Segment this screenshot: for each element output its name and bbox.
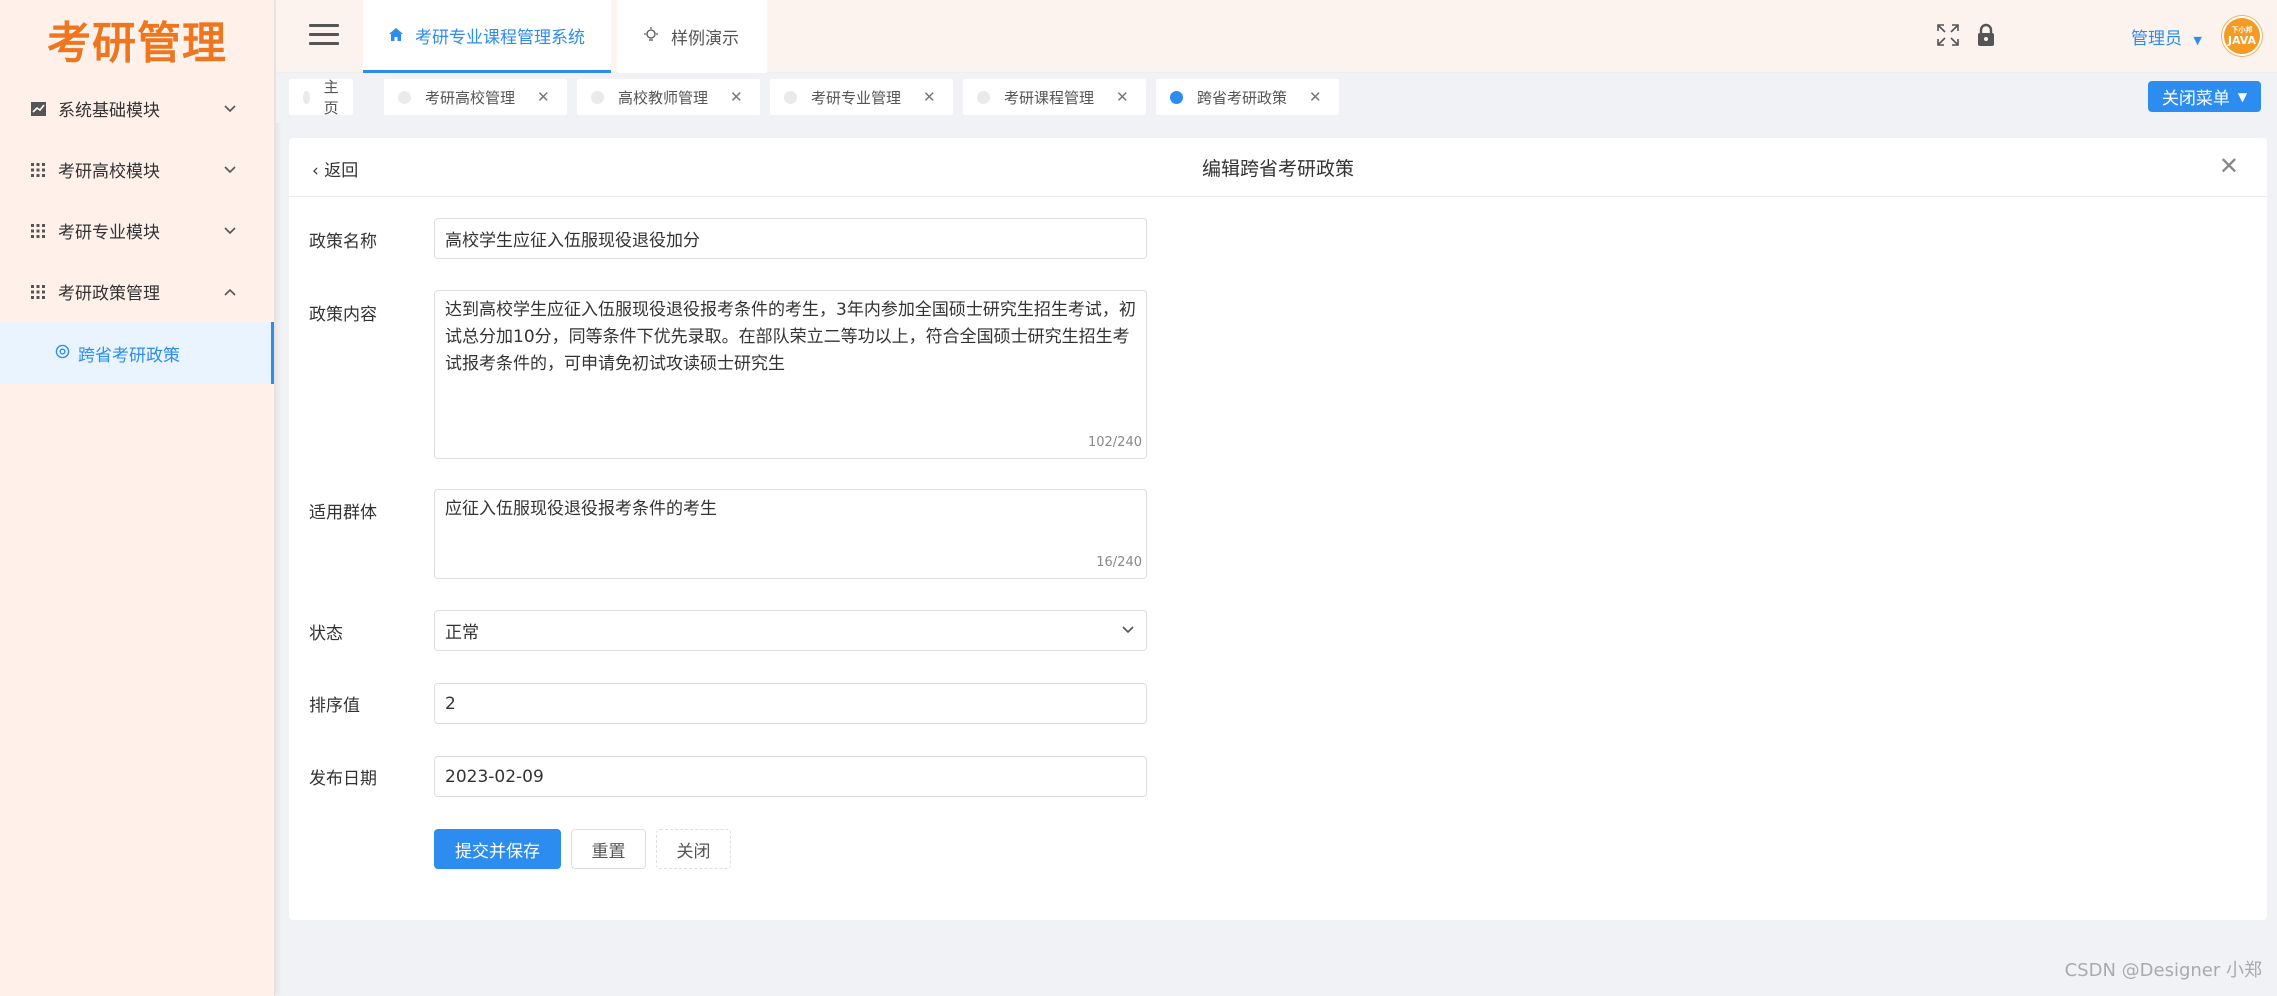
sidebar-item-label: 考研高校模块	[58, 162, 160, 182]
user-menu[interactable]: 管理员 ▼	[2131, 24, 2202, 49]
close-icon[interactable]: ✕	[537, 88, 550, 106]
chevron-down-icon	[224, 163, 236, 177]
tags-nav: 主页 考研高校管理 ✕ 高校教师管理 ✕ 考研专业管理 ✕ 考研课程管理 ✕ 跨…	[276, 73, 2277, 123]
caret-down-icon: ▼	[2193, 34, 2202, 47]
chevron-down-icon	[224, 102, 236, 116]
char-counter: 102/240	[1087, 435, 1142, 450]
top-header: 考研专业课程管理系统 样例演示 管理员 ▼ 下小邦 JAVA	[276, 0, 2277, 73]
close-icon[interactable]: ✕	[730, 88, 743, 106]
caret-down-icon: ▼	[2237, 89, 2248, 104]
sort-label: 排序值	[309, 696, 360, 716]
tag-label: 跨省考研政策	[1197, 88, 1288, 107]
sidebar-subitem-cross-province-policy[interactable]: 跨省考研政策	[0, 322, 274, 384]
close-icon[interactable]: ✕	[1309, 88, 1322, 106]
sidebar-item-policy[interactable]: 考研政策管理	[0, 261, 274, 322]
sort-input[interactable]: 2	[434, 683, 1147, 724]
avatar[interactable]: 下小邦 JAVA	[2222, 16, 2262, 56]
bulb-icon	[643, 26, 659, 47]
close-icon[interactable]: ✕	[1116, 88, 1129, 106]
user-name: 管理员	[2131, 29, 2182, 49]
policy-content-label: 政策内容	[309, 305, 377, 325]
tag-label: 高校教师管理	[618, 88, 709, 107]
sort-value: 2	[445, 693, 456, 714]
tag-courses[interactable]: 考研课程管理 ✕	[963, 79, 1146, 115]
chevron-down-icon	[1122, 622, 1134, 638]
tag-label: 考研高校管理	[425, 88, 516, 107]
tab-demo[interactable]: 样例演示	[617, 0, 767, 73]
tag-majors[interactable]: 考研专业管理 ✕	[770, 79, 953, 115]
tag-home[interactable]: 主页	[289, 78, 353, 117]
sidebar-item-label: 系统基础模块	[58, 101, 160, 121]
close-button[interactable]: 关闭	[656, 829, 731, 869]
gear-circle-icon	[55, 344, 70, 363]
tag-label: 考研课程管理	[1004, 88, 1095, 107]
char-counter: 16/240	[1096, 555, 1142, 570]
sidebar: 考研管理 系统基础模块 考研高校模块 考研专业模块 考研政策管理 跨省考研政策	[0, 0, 275, 996]
fullscreen-icon[interactable]	[1935, 22, 1961, 48]
policy-name-label: 政策名称	[309, 232, 377, 252]
tab-label: 样例演示	[671, 29, 739, 49]
edit-policy-card: ‹ 返回 编辑跨省考研政策 ✕ 政策名称 高校学生应征入伍服现役退役加分 政策内…	[289, 138, 2267, 920]
status-value: 正常	[445, 623, 479, 643]
submit-save-button[interactable]: 提交并保存	[434, 829, 561, 869]
publish-date-label: 发布日期	[309, 769, 377, 789]
lock-icon[interactable]	[1973, 22, 1999, 48]
watermark: CSDN @Designer 小郑	[2064, 960, 2262, 981]
tab-label: 考研专业课程管理系统	[415, 27, 585, 48]
tag-cross-province-policy[interactable]: 跨省考研政策 ✕	[1156, 79, 1339, 115]
card-header: ‹ 返回 编辑跨省考研政策 ✕	[289, 138, 2267, 197]
chart-icon	[30, 101, 46, 117]
tag-colleges[interactable]: 考研高校管理 ✕	[384, 79, 567, 115]
sidebar-item-majors[interactable]: 考研专业模块	[0, 200, 274, 261]
policy-name-input[interactable]: 高校学生应征入伍服现役退役加分	[434, 218, 1147, 259]
grid-icon	[30, 223, 46, 239]
tag-dot-icon	[1170, 90, 1183, 104]
grid-icon	[30, 284, 46, 300]
tag-dot-icon	[784, 90, 797, 104]
grid-icon	[30, 162, 46, 178]
policy-content-value: 达到高校学生应征入伍服现役退役报考条件的考生，3年内参加全国硕士研究生招生考试，…	[445, 300, 1136, 374]
close-menu-button[interactable]: 关闭菜单 ▼	[2148, 81, 2261, 112]
chevron-up-icon	[224, 285, 236, 299]
tag-label: 考研专业管理	[811, 88, 902, 107]
reset-button[interactable]: 重置	[571, 829, 646, 869]
sidebar-item-colleges[interactable]: 考研高校模块	[0, 139, 274, 200]
close-menu-label: 关闭菜单	[2161, 89, 2230, 109]
status-label: 状态	[309, 624, 343, 644]
policy-content-textarea[interactable]: 达到高校学生应征入伍服现役退役报考条件的考生，3年内参加全国硕士研究生招生考试，…	[434, 290, 1147, 459]
tag-dot-icon	[591, 90, 604, 104]
tag-label: 主页	[323, 78, 339, 117]
sidebar-item-label: 考研政策管理	[58, 284, 160, 304]
sidebar-subitem-label: 跨省考研政策	[78, 345, 180, 366]
target-group-label: 适用群体	[309, 503, 377, 523]
tab-course-system[interactable]: 考研专业课程管理系统	[363, 0, 611, 73]
publish-date-input[interactable]: 2023-02-09	[434, 756, 1147, 797]
close-icon[interactable]: ✕	[2219, 152, 2239, 180]
policy-name-value: 高校学生应征入伍服现役退役加分	[445, 231, 700, 251]
avatar-text: JAVA	[2227, 34, 2257, 47]
app-logo[interactable]: 考研管理	[0, 0, 274, 78]
target-group-value: 应征入伍服现役退役报考条件的考生	[445, 499, 717, 519]
status-select[interactable]: 正常	[434, 610, 1147, 651]
chevron-down-icon	[224, 224, 236, 238]
sidebar-item-label: 考研专业模块	[58, 223, 160, 243]
menu-toggle-icon[interactable]	[309, 24, 339, 46]
page-title: 编辑跨省考研政策	[1201, 158, 1354, 180]
tag-dot-icon	[977, 90, 990, 104]
home-icon	[389, 26, 403, 45]
tag-dot-icon	[303, 90, 310, 104]
sidebar-item-system-base[interactable]: 系统基础模块	[0, 78, 274, 139]
target-group-textarea[interactable]: 应征入伍服现役退役报考条件的考生 16/240	[434, 489, 1147, 579]
tag-teachers[interactable]: 高校教师管理 ✕	[577, 79, 760, 115]
close-icon[interactable]: ✕	[923, 88, 936, 106]
publish-date-value: 2023-02-09	[445, 766, 544, 787]
tag-dot-icon	[398, 90, 411, 104]
